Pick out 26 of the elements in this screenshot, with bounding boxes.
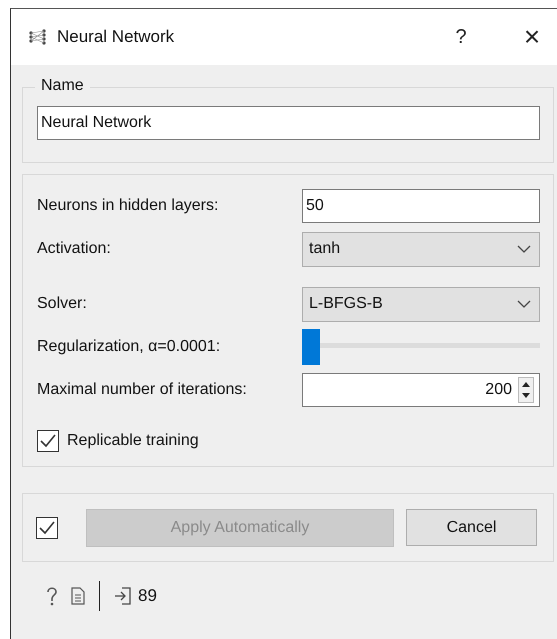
field-label: Solver: [37,295,88,313]
network-icon [29,29,47,45]
checkbox[interactable] [36,516,58,538]
name-field[interactable]: Neural Network [37,106,540,140]
checkbox-label: Replicable training [67,432,199,450]
cancel-button[interactable]: Cancel [406,509,537,546]
chevron-down-icon[interactable] [517,245,531,253]
input-count: 89 [138,586,157,606]
text-field[interactable]: 50 [302,189,540,223]
help-button[interactable]: ? [449,26,473,48]
field-label: Regularization, α=0.0001: [37,338,222,356]
window-title: Neural Network [57,27,176,47]
dropdown[interactable]: tanh [302,232,540,266]
close-button[interactable]: × [517,21,547,53]
field-label: Activation: [37,240,112,258]
field-label: Neurons in hidden layers: [37,197,220,215]
field-label: Maximal number of iterations: [37,381,248,399]
checkbox[interactable] [37,430,59,452]
dropdown[interactable]: L-BFGS-B [302,286,540,322]
slider-thumb[interactable] [302,329,320,365]
spin-arrows-icon[interactable] [518,377,534,403]
spin-box[interactable]: 200 [302,373,540,407]
input-icon[interactable] [114,587,132,605]
chevron-down-icon[interactable] [517,300,531,308]
help-icon[interactable] [45,586,59,606]
document-icon[interactable] [71,587,85,605]
